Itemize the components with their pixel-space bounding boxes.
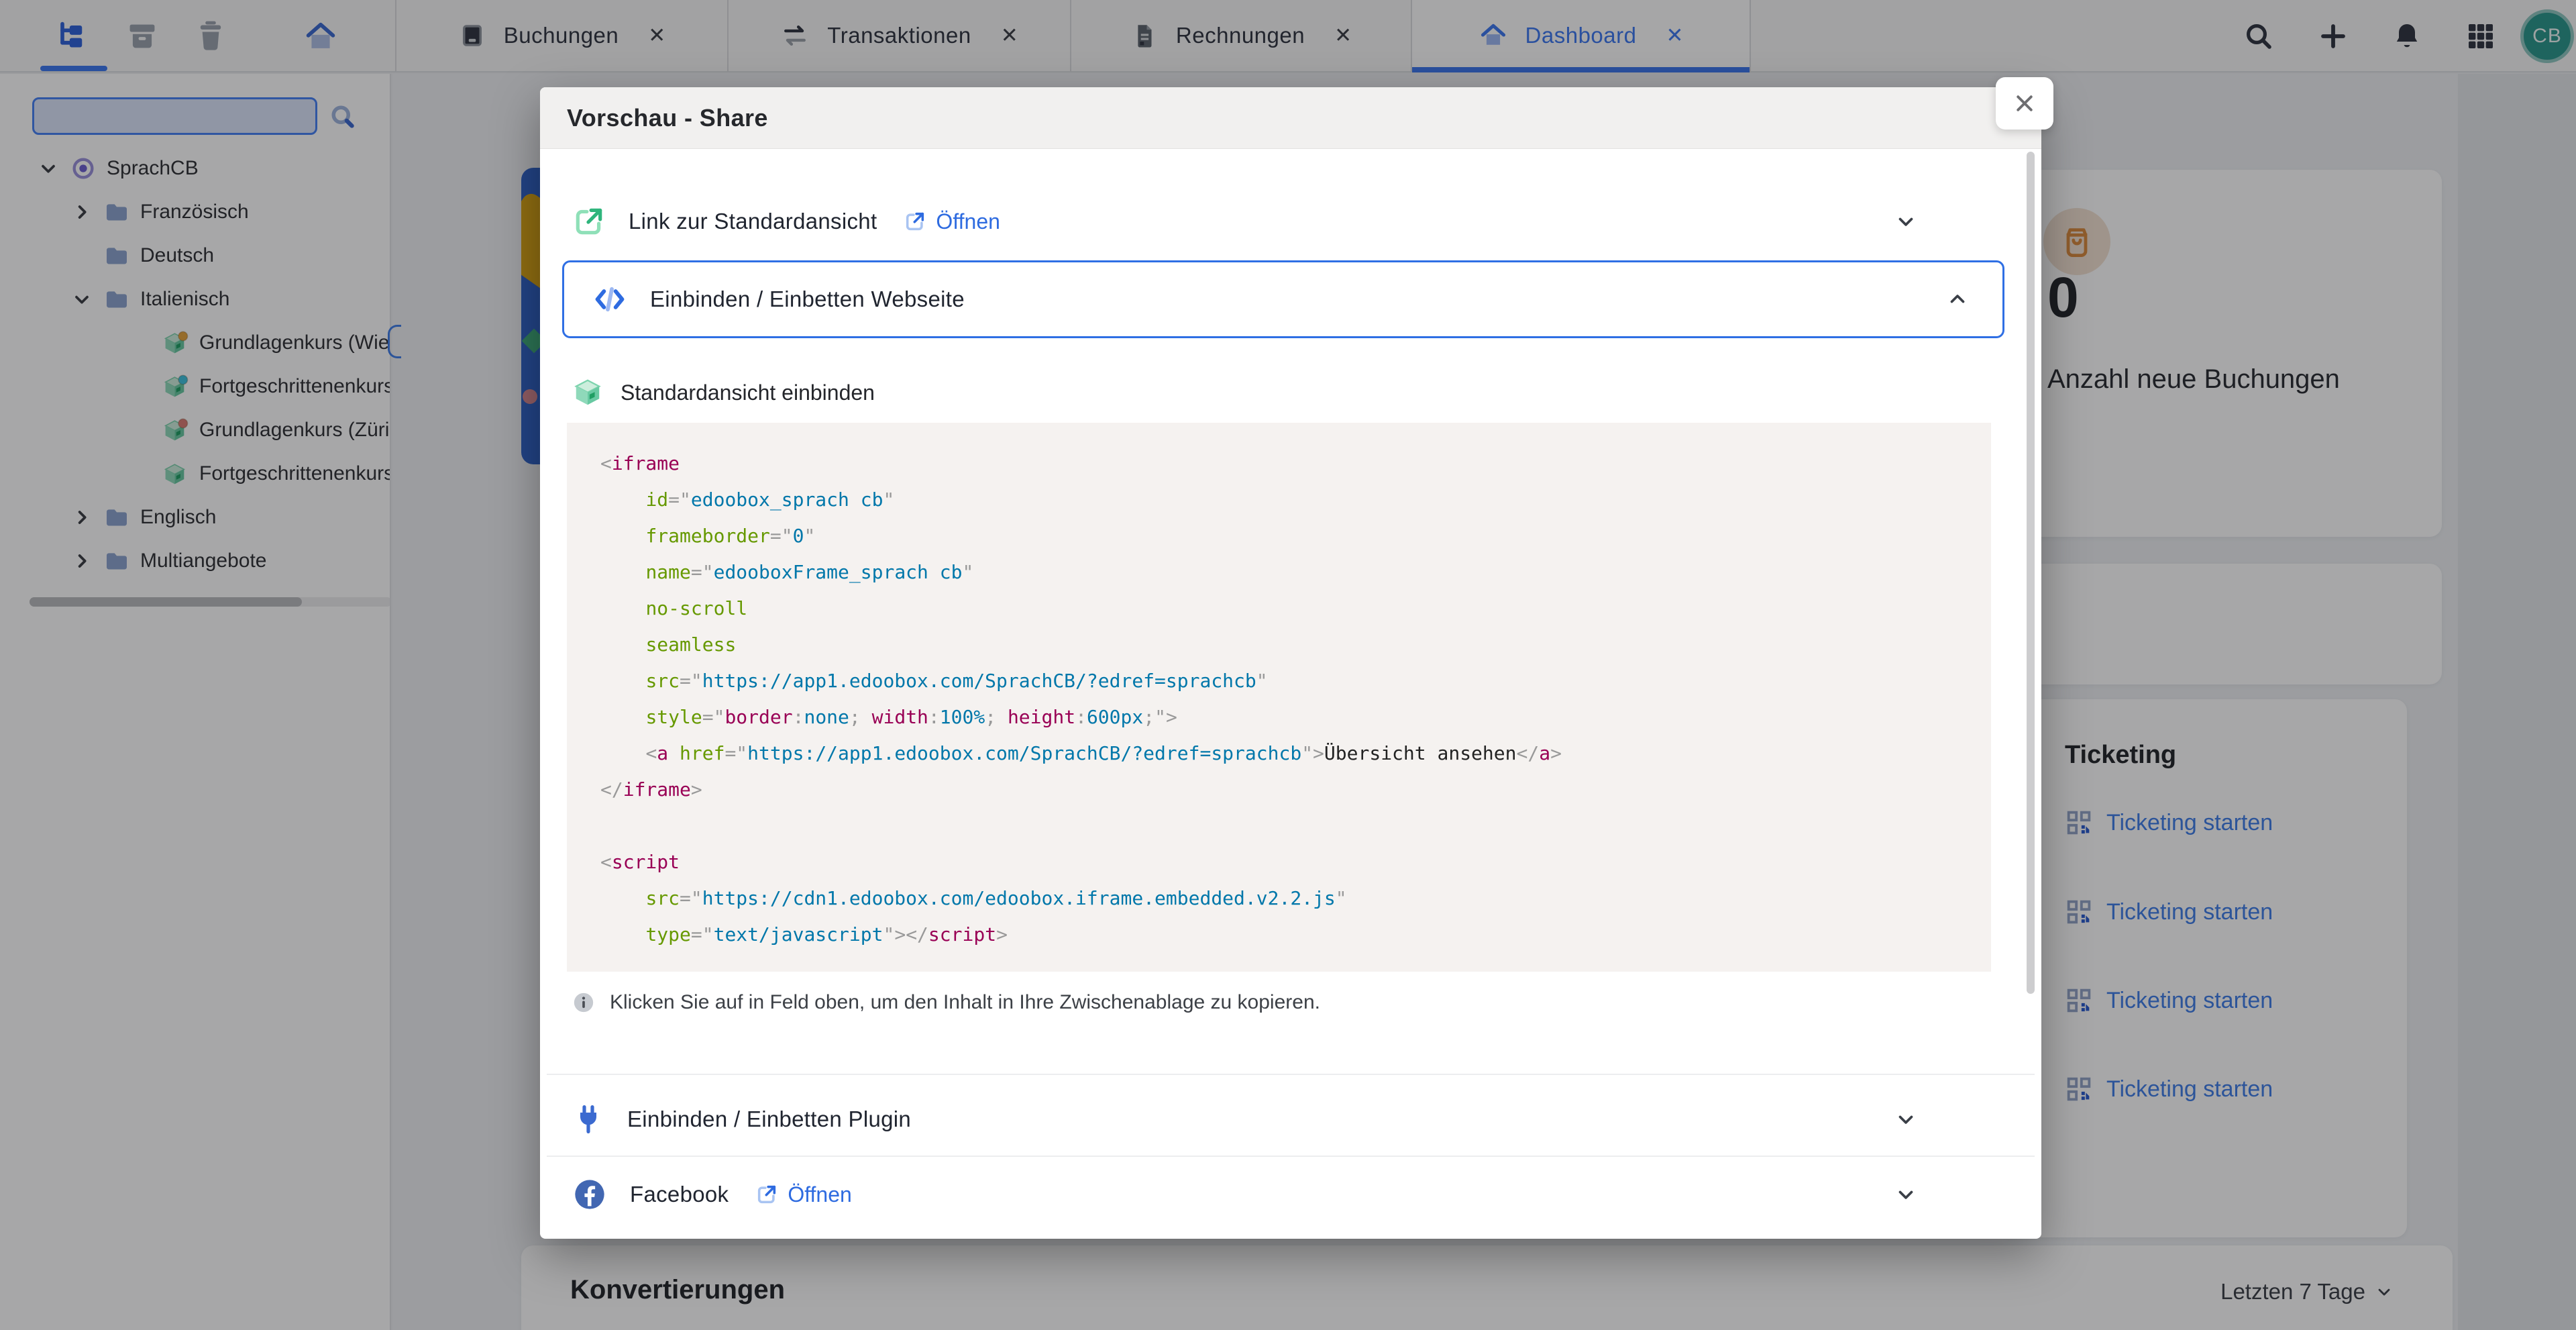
external-link-small-icon <box>755 1183 778 1206</box>
info-icon <box>572 991 595 1014</box>
accordion-label: Link zur Standardansicht <box>629 209 877 234</box>
code-line: src="https://app1.edoobox.com/SprachCB/?… <box>600 663 1971 699</box>
copy-info-text: Klicken Sie auf in Feld oben, um den Inh… <box>610 991 1320 1014</box>
accordion-label: Einbinden / Einbetten Plugin <box>627 1107 911 1132</box>
chevron-down-icon <box>1894 1183 1917 1206</box>
code-line: </iframe> <box>600 772 1971 808</box>
code-icon <box>592 282 627 317</box>
embed-standard-view-label: Standardansicht einbinden <box>621 380 875 405</box>
divider <box>547 1074 2035 1075</box>
code-line: style="border:none; width:100%; height:6… <box>600 699 1971 735</box>
chevron-up-icon <box>1946 288 1969 311</box>
accordion-link-standard-view[interactable]: Link zur Standardansicht Öffnen <box>572 181 1981 262</box>
copy-info-row: Klicken Sie auf in Feld oben, um den Inh… <box>572 982 1320 1023</box>
external-link-small-icon <box>904 210 926 233</box>
modal-title: Vorschau - Share <box>567 104 768 132</box>
embed-code-block[interactable]: <iframe id="edoobox_sprach cb" framebord… <box>567 423 1991 972</box>
open-standard-view-link[interactable]: Öffnen <box>904 209 1000 234</box>
code-line: no-scroll <box>600 591 1971 627</box>
external-link-icon <box>572 205 606 238</box>
accordion-embed-webseite[interactable]: Einbinden / Einbetten Webseite <box>562 260 2004 338</box>
code-line: <iframe <box>600 446 1971 482</box>
close-icon[interactable] <box>1996 77 2053 130</box>
facebook-icon <box>572 1177 607 1212</box>
code-line <box>600 808 1971 844</box>
chevron-down-icon <box>1894 1108 1917 1131</box>
code-line: <script <box>600 844 1971 880</box>
cube-icon <box>572 377 603 408</box>
modal-header: Vorschau - Share <box>540 87 2041 149</box>
accordion-label: Einbinden / Einbetten Webseite <box>650 287 965 312</box>
divider <box>547 1156 2035 1157</box>
chevron-down-icon <box>1894 210 1917 233</box>
code-line: id="edoobox_sprach cb" <box>600 482 1971 518</box>
accordion-label: Facebook <box>630 1182 729 1207</box>
code-line: type="text/javascript"></script> <box>600 917 1971 953</box>
code-line: name="edooboxFrame_sprach cb" <box>600 554 1971 591</box>
open-facebook-link[interactable]: Öffnen <box>755 1182 851 1207</box>
share-preview-modal: Vorschau - Share Link zur Standardansich… <box>540 87 2041 1239</box>
modal-scrollbar[interactable] <box>2027 152 2035 994</box>
code-line: <a href="https://app1.edoobox.com/Sprach… <box>600 735 1971 772</box>
code-line: src="https://cdn1.edoobox.com/edoobox.if… <box>600 880 1971 917</box>
accordion-embed-plugin[interactable]: Einbinden / Einbetten Plugin <box>572 1079 1981 1160</box>
code-line: seamless <box>600 627 1971 663</box>
accordion-facebook[interactable]: Facebook Öffnen <box>572 1161 1981 1228</box>
plug-icon <box>572 1103 604 1135</box>
embed-standard-view-row: Standardansicht einbinden <box>572 369 875 416</box>
code-line: frameborder="0" <box>600 518 1971 554</box>
